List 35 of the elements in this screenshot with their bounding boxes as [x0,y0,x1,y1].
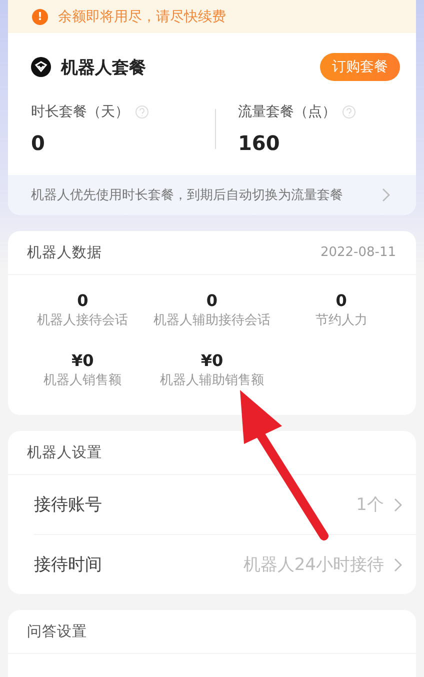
stat-label: 机器人辅助接待会话 [153,312,270,329]
row-label: 接待账号 [34,494,102,516]
stat-label: 机器人销售额 [44,372,122,389]
stat-value: ¥0 [72,351,94,371]
stat-label: 节约人力 [315,312,368,329]
row-value: 1个 [356,494,384,516]
stat-value: 0 [206,291,218,311]
metric-label: 流量套餐（点） [238,103,336,121]
metric-label: 时长套餐（天） [31,103,129,121]
metric-value: 0 [31,131,46,155]
package-tip-text: 机器人优先使用时长套餐，到期后自动切换为流量套餐 [31,187,343,204]
help-icon[interactable] [342,105,356,119]
settings-row[interactable]: 接待账号 1个 [34,475,416,534]
warning-icon: ! [32,8,48,24]
chevron-icon [382,188,390,202]
stat-value: 0 [77,291,88,311]
date-label: 2022-08-11 [320,245,396,260]
notice-text: 余额即将用尽，请尽快续费 [58,8,226,26]
shield-icon [31,57,51,77]
section-title: 机器人设置 [27,444,102,462]
help-icon[interactable] [135,105,149,119]
stat-value: 0 [336,291,347,311]
section-title: 机器人数据 [27,244,102,262]
chevron-icon [394,558,402,572]
chevron-icon [394,498,402,512]
package-tip-bar[interactable]: 机器人优先使用时长套餐，到期后自动切换为流量套餐 [8,175,416,215]
section-title: 问答设置 [27,623,87,641]
package-title: 机器人套餐 [61,56,147,78]
stat-label: 机器人接待会话 [37,312,128,329]
settings-row[interactable]: 接待时间 机器人24小时接待 [34,534,416,594]
stat-label: 机器人辅助销售额 [160,372,264,389]
row-value: 机器人24小时接待 [243,554,384,576]
stat-value: ¥0 [200,351,224,371]
row-label: 接待时间 [34,554,102,576]
metric-value: 160 [238,131,281,155]
